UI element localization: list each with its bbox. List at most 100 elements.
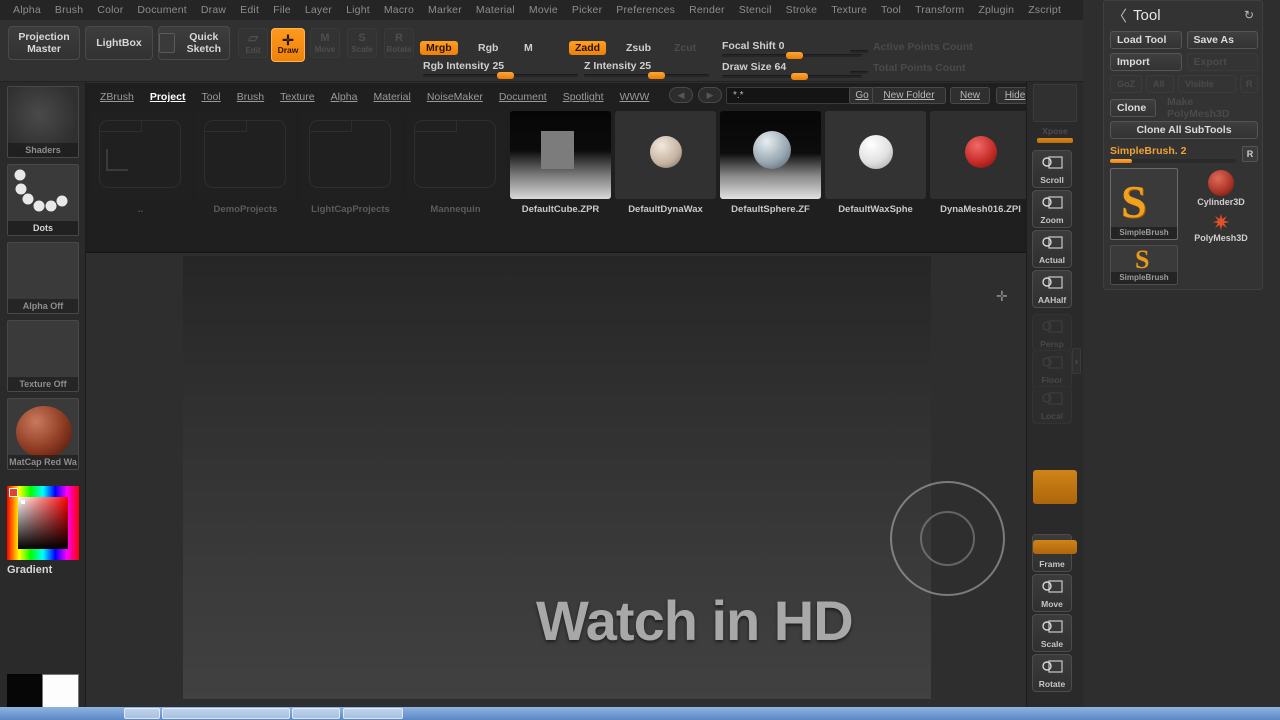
right-strip-accent-1[interactable] (1033, 540, 1077, 554)
lightbox-tab-zbrush[interactable]: ZBrush (92, 89, 142, 105)
rotate-button[interactable]: R Rotate (384, 28, 414, 58)
menu-item-document[interactable]: Document (130, 2, 193, 18)
lightbox-item[interactable]: LightCapProjects (300, 111, 401, 215)
lightbox-tab-spotlight[interactable]: Spotlight (555, 89, 612, 105)
doc-preview-slot[interactable] (1033, 84, 1077, 122)
lightbox-tab-project[interactable]: Project (142, 89, 194, 105)
lightbox-item-thumb[interactable] (720, 111, 821, 199)
current-tool-knob[interactable] (1110, 159, 1132, 163)
lightbox-tab-www[interactable]: WWW (612, 89, 658, 105)
alpha-slot[interactable]: Alpha Off (7, 242, 79, 314)
right-strip-accent-0[interactable] (1033, 470, 1077, 504)
menu-item-stroke[interactable]: Stroke (779, 2, 825, 18)
lightbox-item[interactable]: Mannequin (405, 111, 506, 215)
menu-item-render[interactable]: Render (682, 2, 732, 18)
menu-item-movie[interactable]: Movie (522, 2, 565, 18)
lightbox-next-button[interactable]: ▶ (698, 87, 722, 103)
draw-button[interactable]: ✛ Draw (271, 28, 305, 62)
menu-item-texture[interactable]: Texture (824, 2, 874, 18)
zsub-button[interactable]: Zsub (620, 41, 657, 55)
lightbox-tab-alpha[interactable]: Alpha (323, 89, 366, 105)
lightbox-item-thumb[interactable] (195, 111, 296, 199)
scale-button[interactable]: S Scale (347, 28, 377, 58)
menu-item-zscript[interactable]: Zscript (1021, 2, 1068, 18)
tool-thumb-simplebrush-small[interactable]: S SimpleBrush (1110, 245, 1178, 285)
right-tool-floor-button[interactable]: Floor (1032, 350, 1072, 388)
stroke-slot[interactable]: Dots (7, 164, 79, 236)
lightbox-item-thumb[interactable] (510, 111, 611, 199)
lightbox-item-thumb[interactable] (825, 111, 926, 199)
lightbox-item[interactable]: DefaultCube.ZPR (510, 111, 611, 215)
lightbox-item-thumb[interactable] (300, 111, 401, 199)
all-button[interactable]: All (1146, 75, 1174, 93)
secondary-color-swatch[interactable] (42, 674, 79, 709)
z-intensity-rail[interactable] (584, 74, 709, 77)
mrgb-button[interactable]: Mrgb (420, 41, 458, 55)
saturation-square[interactable] (18, 497, 68, 549)
lightbox-tab-document[interactable]: Document (491, 89, 555, 105)
lightbox-item[interactable]: DynaMesh016.ZPI (930, 111, 1031, 215)
menu-item-brush[interactable]: Brush (48, 2, 90, 18)
menu-item-picker[interactable]: Picker (565, 2, 609, 18)
circular-arrow-icon[interactable]: ↻ (1244, 8, 1254, 22)
lightbox-new-button[interactable]: New (950, 87, 990, 104)
zadd-button[interactable]: Zadd (569, 41, 607, 55)
rgb-intensity-slider[interactable]: Rgb Intensity 25 (423, 60, 504, 72)
lightbox-item[interactable]: DefaultSphere.ZF (720, 111, 821, 215)
z-intensity-slider[interactable]: Z Intensity 25 (584, 60, 651, 72)
export-button[interactable]: Export (1186, 53, 1258, 71)
menu-item-preferences[interactable]: Preferences (609, 2, 682, 18)
right-tool-scroll-button[interactable]: Scroll (1032, 150, 1072, 188)
canvas-area[interactable]: ✛ Watch in HD (86, 253, 1026, 705)
chevron-left-icon[interactable]: 〈 (1112, 5, 1127, 26)
make-polymesh3d-button[interactable]: Make PolyMesh3D (1161, 96, 1258, 120)
lightbox-tab-tool[interactable]: Tool (193, 89, 228, 105)
lightbox-item-thumb[interactable] (930, 111, 1031, 199)
import-button[interactable]: Import (1110, 53, 1182, 71)
menu-item-layer[interactable]: Layer (298, 2, 339, 18)
color-swatches[interactable] (7, 674, 79, 709)
right-tool-aahalf-button[interactable]: AAHalf (1032, 270, 1072, 308)
lightbox-item-thumb[interactable] (615, 111, 716, 199)
lightbox-button[interactable]: LightBox (85, 26, 153, 60)
menu-item-color[interactable]: Color (90, 2, 130, 18)
edit-button[interactable]: ▱ Edit (238, 28, 268, 58)
lightbox-tab-material[interactable]: Material (365, 89, 418, 105)
menu-item-tool[interactable]: Tool (874, 2, 908, 18)
lightbox-tab-brush[interactable]: Brush (229, 89, 272, 105)
r-toggle-button[interactable]: R (1240, 75, 1258, 93)
load-tool-button[interactable]: Load Tool (1110, 31, 1182, 49)
taskbar-item-4[interactable] (343, 708, 403, 719)
clone-button[interactable]: Clone (1110, 99, 1156, 117)
right-tool-rotate-button[interactable]: Rotate (1032, 654, 1072, 692)
menu-item-light[interactable]: Light (339, 2, 377, 18)
menu-item-alpha[interactable]: Alpha (6, 2, 48, 18)
right-tool-move-button[interactable]: Move (1032, 574, 1072, 612)
lightbox-item[interactable]: DemoProjects (195, 111, 296, 215)
right-tool-local-button[interactable]: Local (1032, 386, 1072, 424)
right-tool-scale-button[interactable]: Scale (1032, 614, 1072, 652)
move-button[interactable]: M Move (310, 28, 340, 58)
xpose-slider[interactable] (1037, 138, 1073, 143)
goz-button[interactable]: GoZ (1110, 75, 1142, 93)
taskbar-item-2[interactable] (162, 708, 290, 719)
draw-size-knob[interactable] (791, 73, 808, 80)
focal-shift-slider[interactable]: Focal Shift 0 (722, 40, 784, 52)
tool-thumb-simplebrush-large[interactable]: S SimpleBrush (1110, 168, 1178, 240)
taskbar-item-1[interactable] (124, 708, 160, 719)
quick-sketch-button[interactable]: Quick Sketch (158, 26, 230, 60)
visible-button[interactable]: Visible (1178, 75, 1236, 93)
current-tool-rail[interactable] (1110, 159, 1236, 163)
current-color-swatch[interactable] (9, 488, 18, 497)
menu-item-transform[interactable]: Transform (908, 2, 971, 18)
taskbar-item-3[interactable] (292, 708, 340, 719)
lightbox-path-input[interactable]: *.* (726, 87, 856, 104)
menu-item-marker[interactable]: Marker (421, 2, 469, 18)
lightbox-tab-noisemaker[interactable]: NoiseMaker (419, 89, 491, 105)
menu-item-edit[interactable]: Edit (233, 2, 266, 18)
lightbox-item[interactable]: DefaultDynaWax (615, 111, 716, 215)
focal-shift-knob[interactable] (786, 52, 803, 59)
z-intensity-knob[interactable] (648, 72, 665, 79)
projection-master-button[interactable]: Projection Master (8, 26, 80, 60)
panel-collapse-grip[interactable]: › (1072, 348, 1081, 374)
